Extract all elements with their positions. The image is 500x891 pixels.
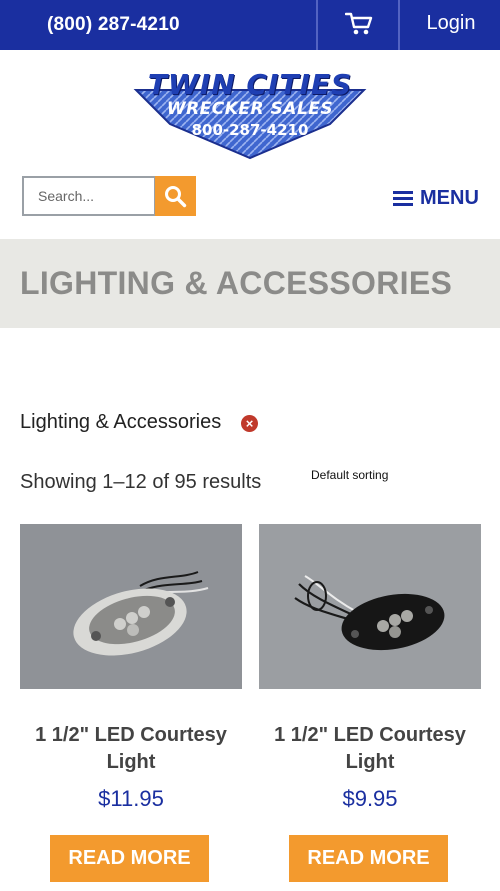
login-label: Login [426,12,476,34]
cart-icon [345,12,373,35]
remove-filter-icon[interactable]: × [241,415,258,432]
search-input[interactable] [24,178,154,214]
product-price: $9.95 [342,786,398,811]
search-box [22,176,156,216]
read-more-button[interactable]: READ MORE [289,835,448,882]
results-count: Showing 1–12 of 95 results [20,471,262,493]
phone-link[interactable]: (800) 287-4210 [47,0,180,50]
product-price: $11.95 [98,786,164,811]
top-bar: (800) 287-4210 Login [0,0,500,50]
product-image[interactable] [20,524,242,689]
menu-label: MENU [420,187,479,209]
read-more-button[interactable]: READ MORE [50,835,209,882]
active-filter-label: Lighting & Accessories [20,411,222,433]
hamburger-icon [393,191,413,206]
site-logo[interactable]: TWIN CITIES WRECKER SALES 800-287-4210 [130,62,370,162]
sorting-select[interactable]: Default sorting [311,468,388,482]
page-title: LIGHTING & ACCESSORIES [20,265,453,301]
cart-button[interactable] [316,0,400,50]
product-name[interactable]: 1 1/2" LED Courtesy Light [259,722,481,776]
search-button[interactable] [155,176,196,216]
chrome-light-image [20,524,242,689]
page-title-band: LIGHTING & ACCESSORIES [0,239,500,328]
product-name[interactable]: 1 1/2" LED Courtesy Light [20,722,242,776]
search-icon [165,186,187,208]
logo-line-1: TWIN CITIES [147,68,353,101]
logo-line-3: 800-287-4210 [191,121,309,139]
product-image[interactable] [259,524,481,689]
login-button[interactable]: Login [398,0,500,50]
black-light-image [259,524,481,689]
logo-line-2: WRECKER SALES [166,99,334,119]
